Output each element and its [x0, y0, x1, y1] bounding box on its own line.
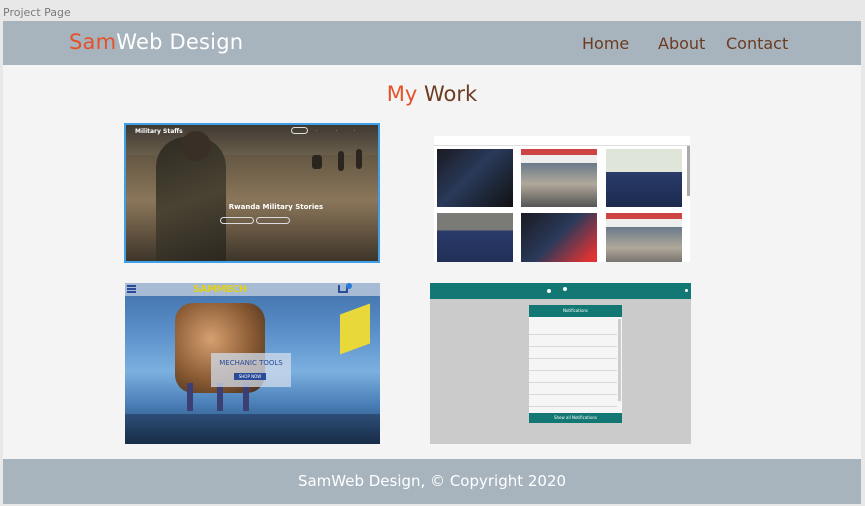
thumbnail-nav-item: · [354, 128, 356, 133]
background-figure [338, 151, 344, 171]
thumbnail-nav-item: · [336, 128, 338, 133]
shop-now-button: SHOP NOW [234, 373, 266, 380]
show-all-notifications-button: Show all Notifications [529, 413, 622, 423]
topbar-icon [563, 287, 567, 291]
site-footer: SamWeb Design, © Copyright 2020 [3, 459, 861, 504]
engine-stand [243, 383, 249, 411]
hamburger-menu-icon [127, 285, 136, 293]
footer-copyright: SamWeb Design, © Copyright 2020 [297, 472, 567, 490]
notifications-panel-title: Notifications [529, 305, 622, 317]
thumbnail-topbar [434, 136, 690, 146]
notification-row [529, 348, 617, 359]
page: SamWeb Design Home About Contact My Work… [3, 21, 861, 504]
engine-stand [187, 383, 193, 411]
thumbnail-nav-pill [291, 127, 308, 134]
frame-label: Project Page [3, 6, 71, 19]
gallery-photo [521, 149, 597, 207]
background-figure [356, 149, 362, 169]
notification-row [529, 336, 617, 347]
project-military-thumbnail[interactable]: Military Staffs · · · Rwanda Military St… [124, 123, 380, 263]
logo-accent: Sam [69, 30, 117, 54]
engine-stand [217, 383, 223, 411]
notifications-panel: Notifications Show all Notifications [529, 305, 622, 423]
soldier-head [181, 131, 211, 161]
project-gallery-thumbnail[interactable] [434, 136, 690, 262]
gallery-photo [521, 213, 597, 262]
nav-home[interactable]: Home [582, 34, 629, 53]
project-mechanic-thumbnail[interactable]: SAMMECH MECHANIC TOOLS SHOP NOW [125, 283, 380, 444]
project-notifications-thumbnail[interactable]: Notifications Show all Notifications [430, 283, 691, 444]
background-vehicle [312, 155, 322, 169]
section-title: My Work [3, 82, 861, 106]
site-logo[interactable]: SamWeb Design [69, 30, 243, 54]
workshop-floor [125, 414, 380, 444]
panel-scrollbar [618, 319, 621, 401]
logo-rest: Web Design [116, 30, 244, 54]
nav-contact[interactable]: Contact [726, 34, 788, 53]
notification-row [529, 396, 617, 407]
machine-arm [340, 303, 370, 355]
nav-about[interactable]: About [658, 34, 705, 53]
thumbnail-logo: SAMMECH [193, 284, 247, 295]
site-header: SamWeb Design Home About Contact [3, 21, 861, 65]
thumbnail-hero-title: Rwanda Military Stories [228, 203, 324, 211]
notification-row [529, 319, 617, 335]
title-accent: My [386, 82, 418, 106]
thumbnail-button [220, 217, 254, 224]
thumbnail-button [256, 217, 290, 224]
notification-row [529, 372, 617, 383]
notification-row [529, 384, 617, 395]
thumbnail-scrollbar [687, 146, 690, 196]
thumbnail-brand: Military Staffs [135, 128, 183, 135]
topbar-icon [685, 289, 688, 292]
thumbnail-nav-item: · [316, 128, 318, 133]
topbar-icon [547, 289, 551, 293]
gallery-photo [437, 149, 513, 207]
gallery-photo [606, 149, 682, 207]
cart-count-badge [346, 283, 352, 289]
hero-card-title: MECHANIC TOOLS [219, 359, 283, 367]
title-rest: Work [417, 82, 478, 106]
gallery-photo [606, 213, 682, 262]
notification-row [529, 360, 617, 371]
gallery-photo [437, 213, 513, 262]
thumbnail-topbar [430, 283, 691, 299]
